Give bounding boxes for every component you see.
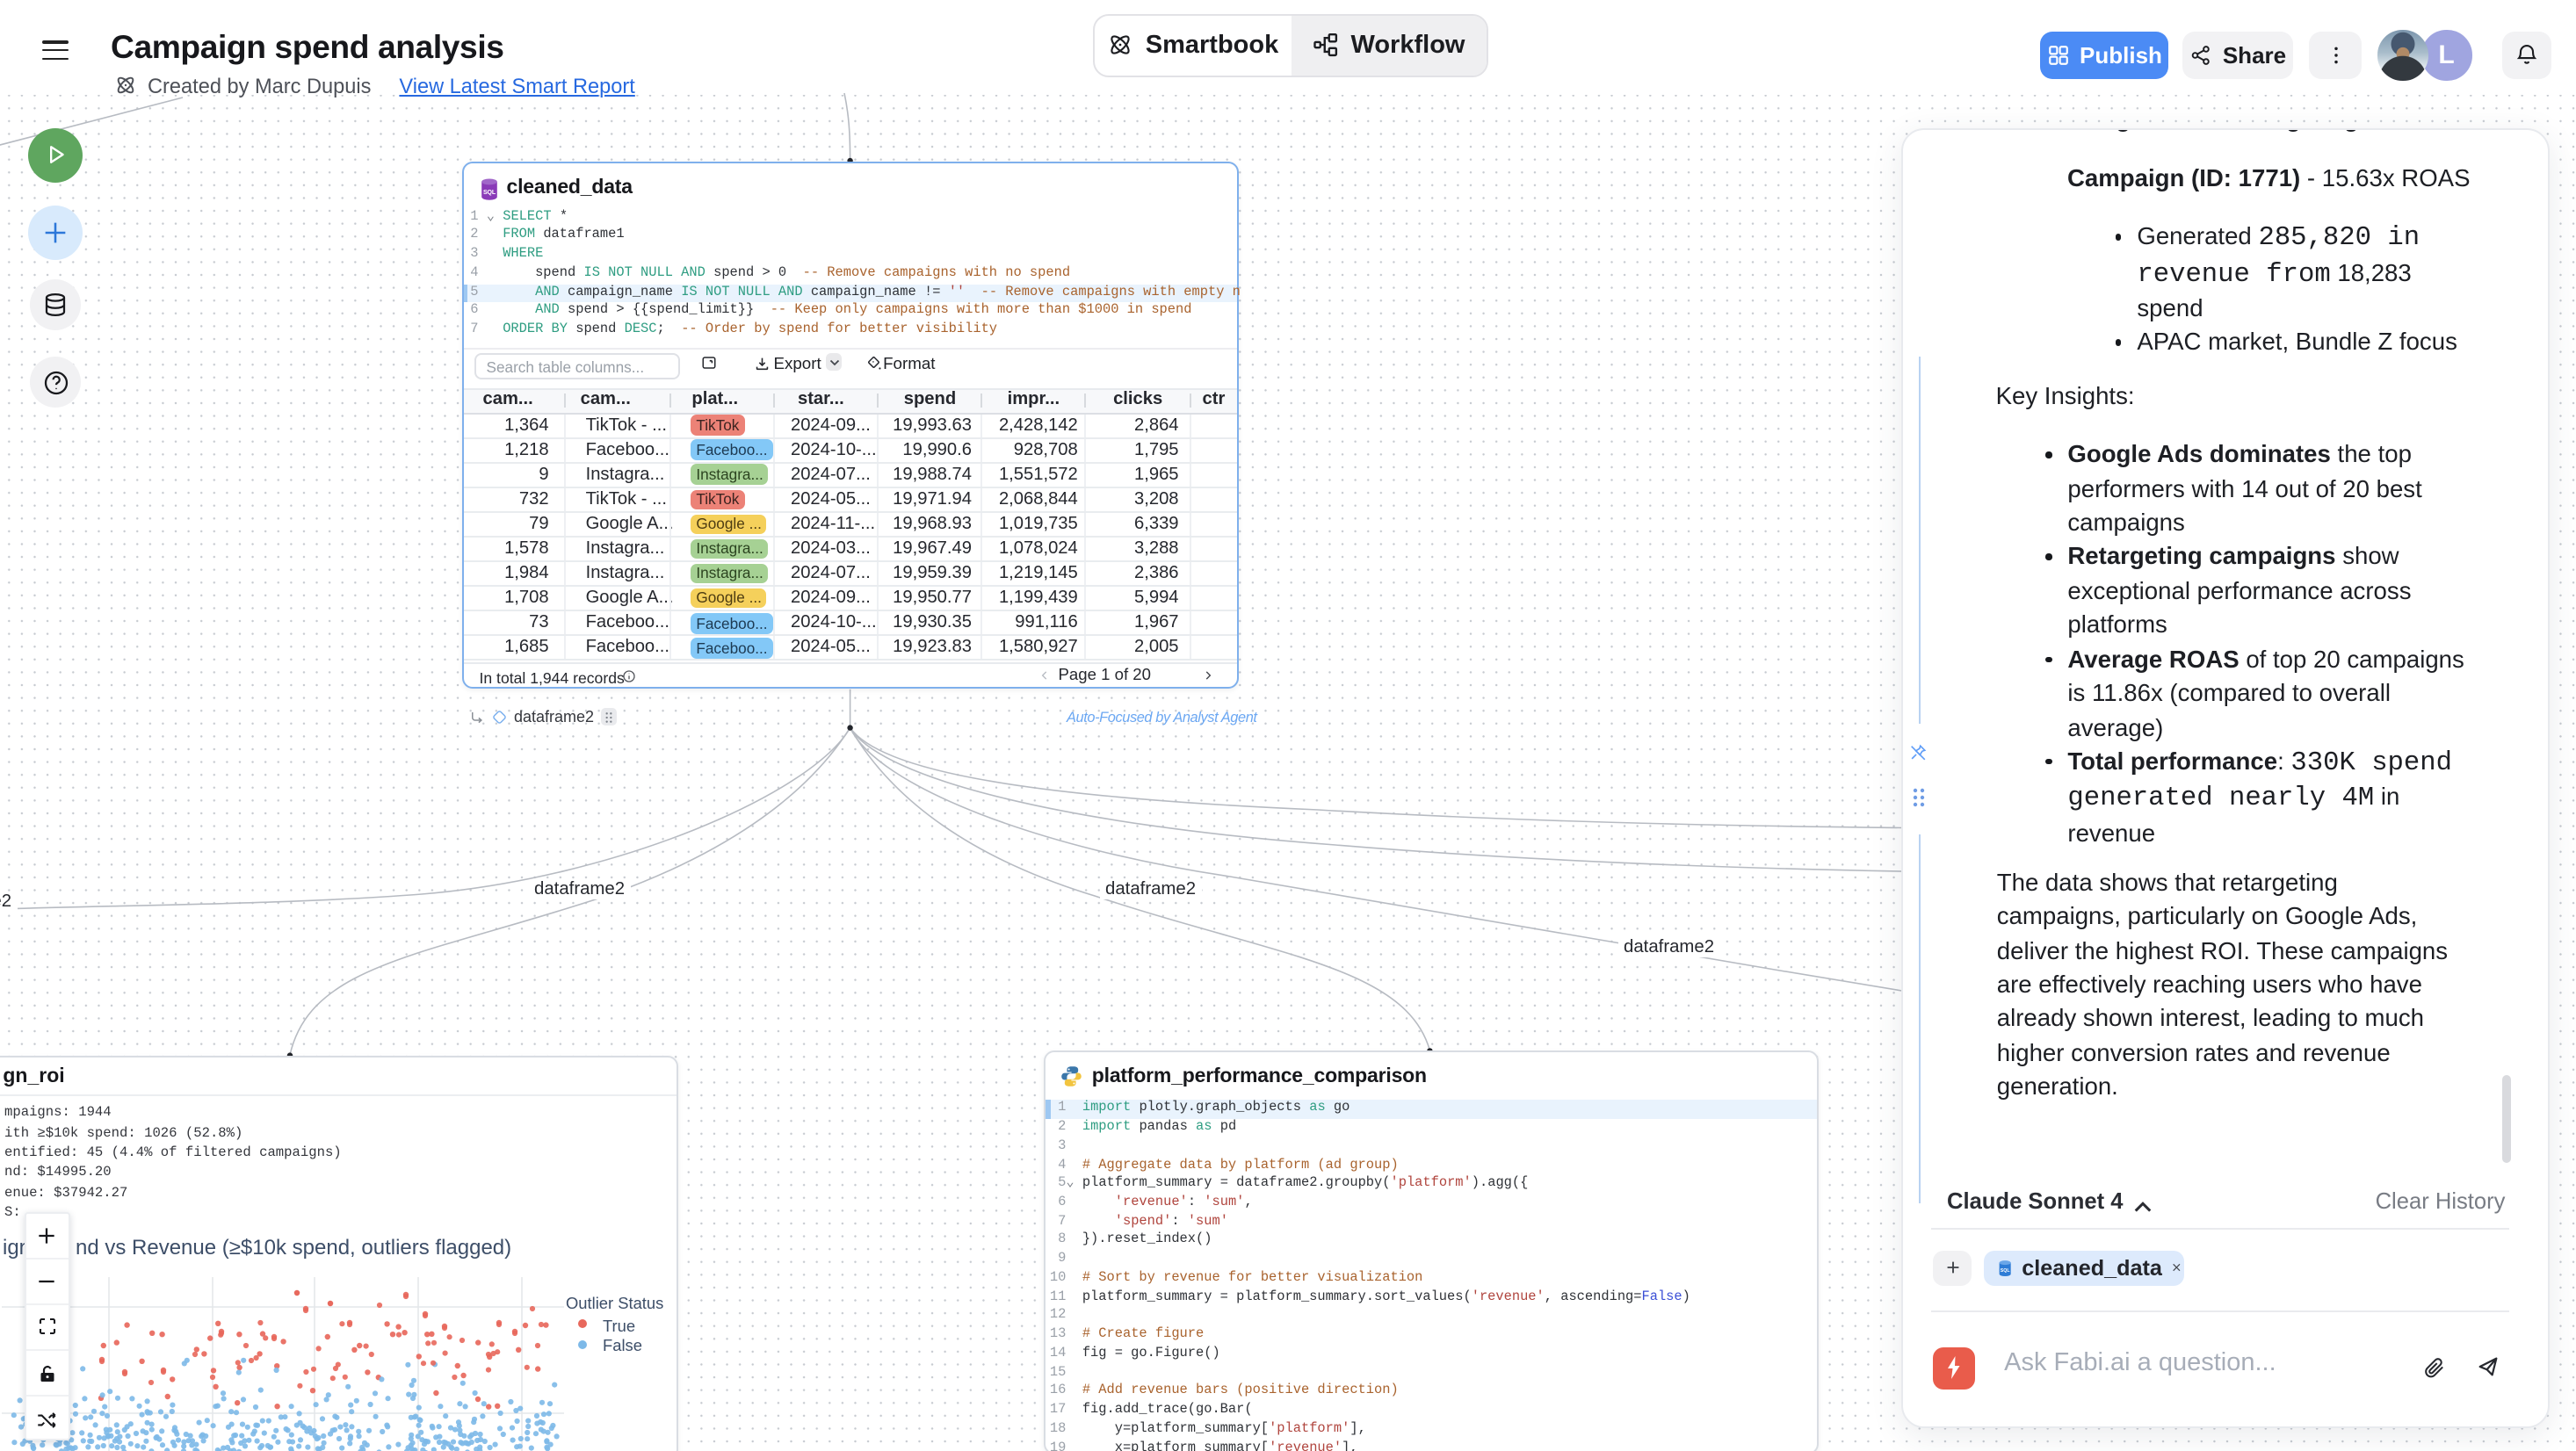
svg-text:SQL: SQL [2001, 1268, 2012, 1274]
svg-text:SQL: SQL [482, 189, 496, 195]
